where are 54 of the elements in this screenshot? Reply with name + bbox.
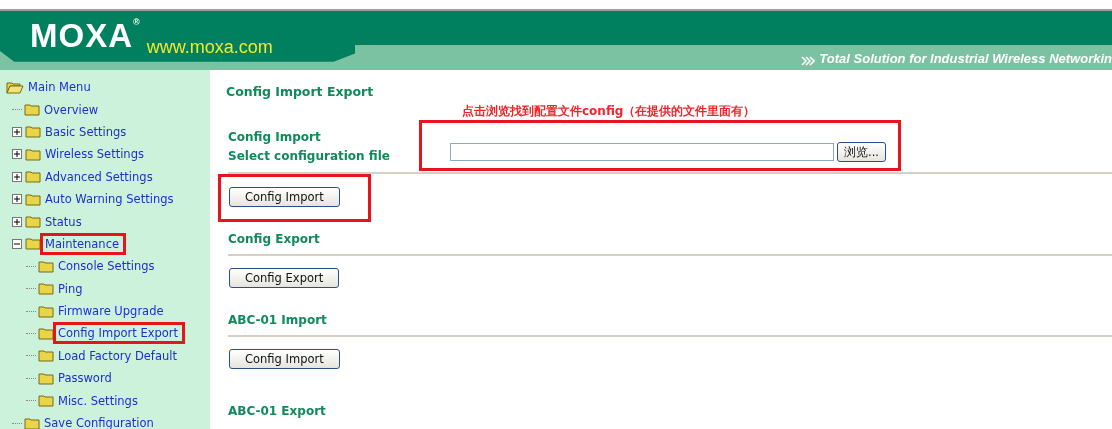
section-heading: Config Import — [227, 130, 322, 144]
menu-item[interactable]: Config Import Export — [56, 325, 183, 342]
field-label: Select configuration file — [227, 149, 391, 163]
menu-item[interactable]: Maintenance — [43, 235, 124, 252]
folder-icon — [24, 103, 40, 117]
folder-icon — [38, 282, 54, 296]
menu-item[interactable]: Wireless Settings — [43, 146, 148, 163]
config-button[interactable]: Config Import — [229, 349, 340, 369]
website-link[interactable]: www.moxa.com — [146, 37, 273, 58]
folder-icon — [38, 349, 54, 363]
config-button[interactable]: Config Import — [229, 187, 340, 207]
logo: MOXA® — [30, 16, 141, 55]
expand-icon[interactable] — [12, 126, 22, 137]
folder-icon — [25, 192, 41, 206]
folder-icon — [38, 327, 54, 340]
open-folder-icon — [6, 80, 24, 94]
double-chevron-icon — [801, 56, 816, 66]
menu-item[interactable]: Status — [43, 213, 86, 230]
tagline: Total Solution for Industrial Wireless Networkin — [819, 51, 1112, 66]
expand-icon[interactable] — [12, 149, 22, 160]
folder-icon — [38, 304, 54, 318]
expand-icon[interactable] — [12, 216, 22, 227]
folder-icon — [25, 147, 41, 161]
folder-icon — [38, 259, 54, 273]
folder-icon — [25, 125, 41, 139]
folder-icon — [38, 394, 54, 408]
menu-item[interactable]: Advanced Settings — [43, 168, 157, 185]
menu-item[interactable]: Auto Warning Settings — [43, 191, 178, 208]
menu-item[interactable]: Firmware Upgrade — [56, 303, 168, 320]
browse-button[interactable]: 浏览... — [837, 142, 886, 162]
folder-icon — [25, 237, 41, 251]
config-button[interactable]: Config Export — [229, 268, 340, 288]
file-path-field[interactable] — [450, 143, 834, 161]
menu-item[interactable]: Ping — [56, 280, 87, 297]
section-heading: ABC-01 Import — [227, 313, 328, 327]
folder-icon — [25, 215, 41, 229]
menu-item[interactable]: Misc. Settings — [56, 392, 142, 409]
menu-item[interactable]: Console Settings — [56, 258, 159, 275]
folder-icon — [38, 371, 54, 385]
section-heading: ABC-01 Export — [227, 404, 327, 418]
expand-icon[interactable] — [12, 171, 22, 182]
folder-icon — [25, 170, 41, 184]
menu-item[interactable]: Load Factory Default — [56, 347, 181, 364]
menu-item[interactable]: Overview — [42, 101, 103, 118]
section-heading: Config Export — [227, 232, 321, 246]
folder-icon — [24, 416, 40, 429]
collapse-icon[interactable] — [12, 238, 22, 249]
menu-item[interactable]: Save Configuration — [42, 415, 158, 429]
page-title: Config Import Export — [226, 84, 375, 99]
menu-item[interactable]: Basic Settings — [43, 123, 131, 140]
menu-item[interactable]: Password — [56, 370, 116, 387]
expand-icon[interactable] — [12, 194, 22, 205]
annotation-note: 点击浏览找到配置文件config（在提供的文件里面有） — [462, 103, 757, 120]
menu-item[interactable]: Main Menu — [26, 79, 95, 96]
